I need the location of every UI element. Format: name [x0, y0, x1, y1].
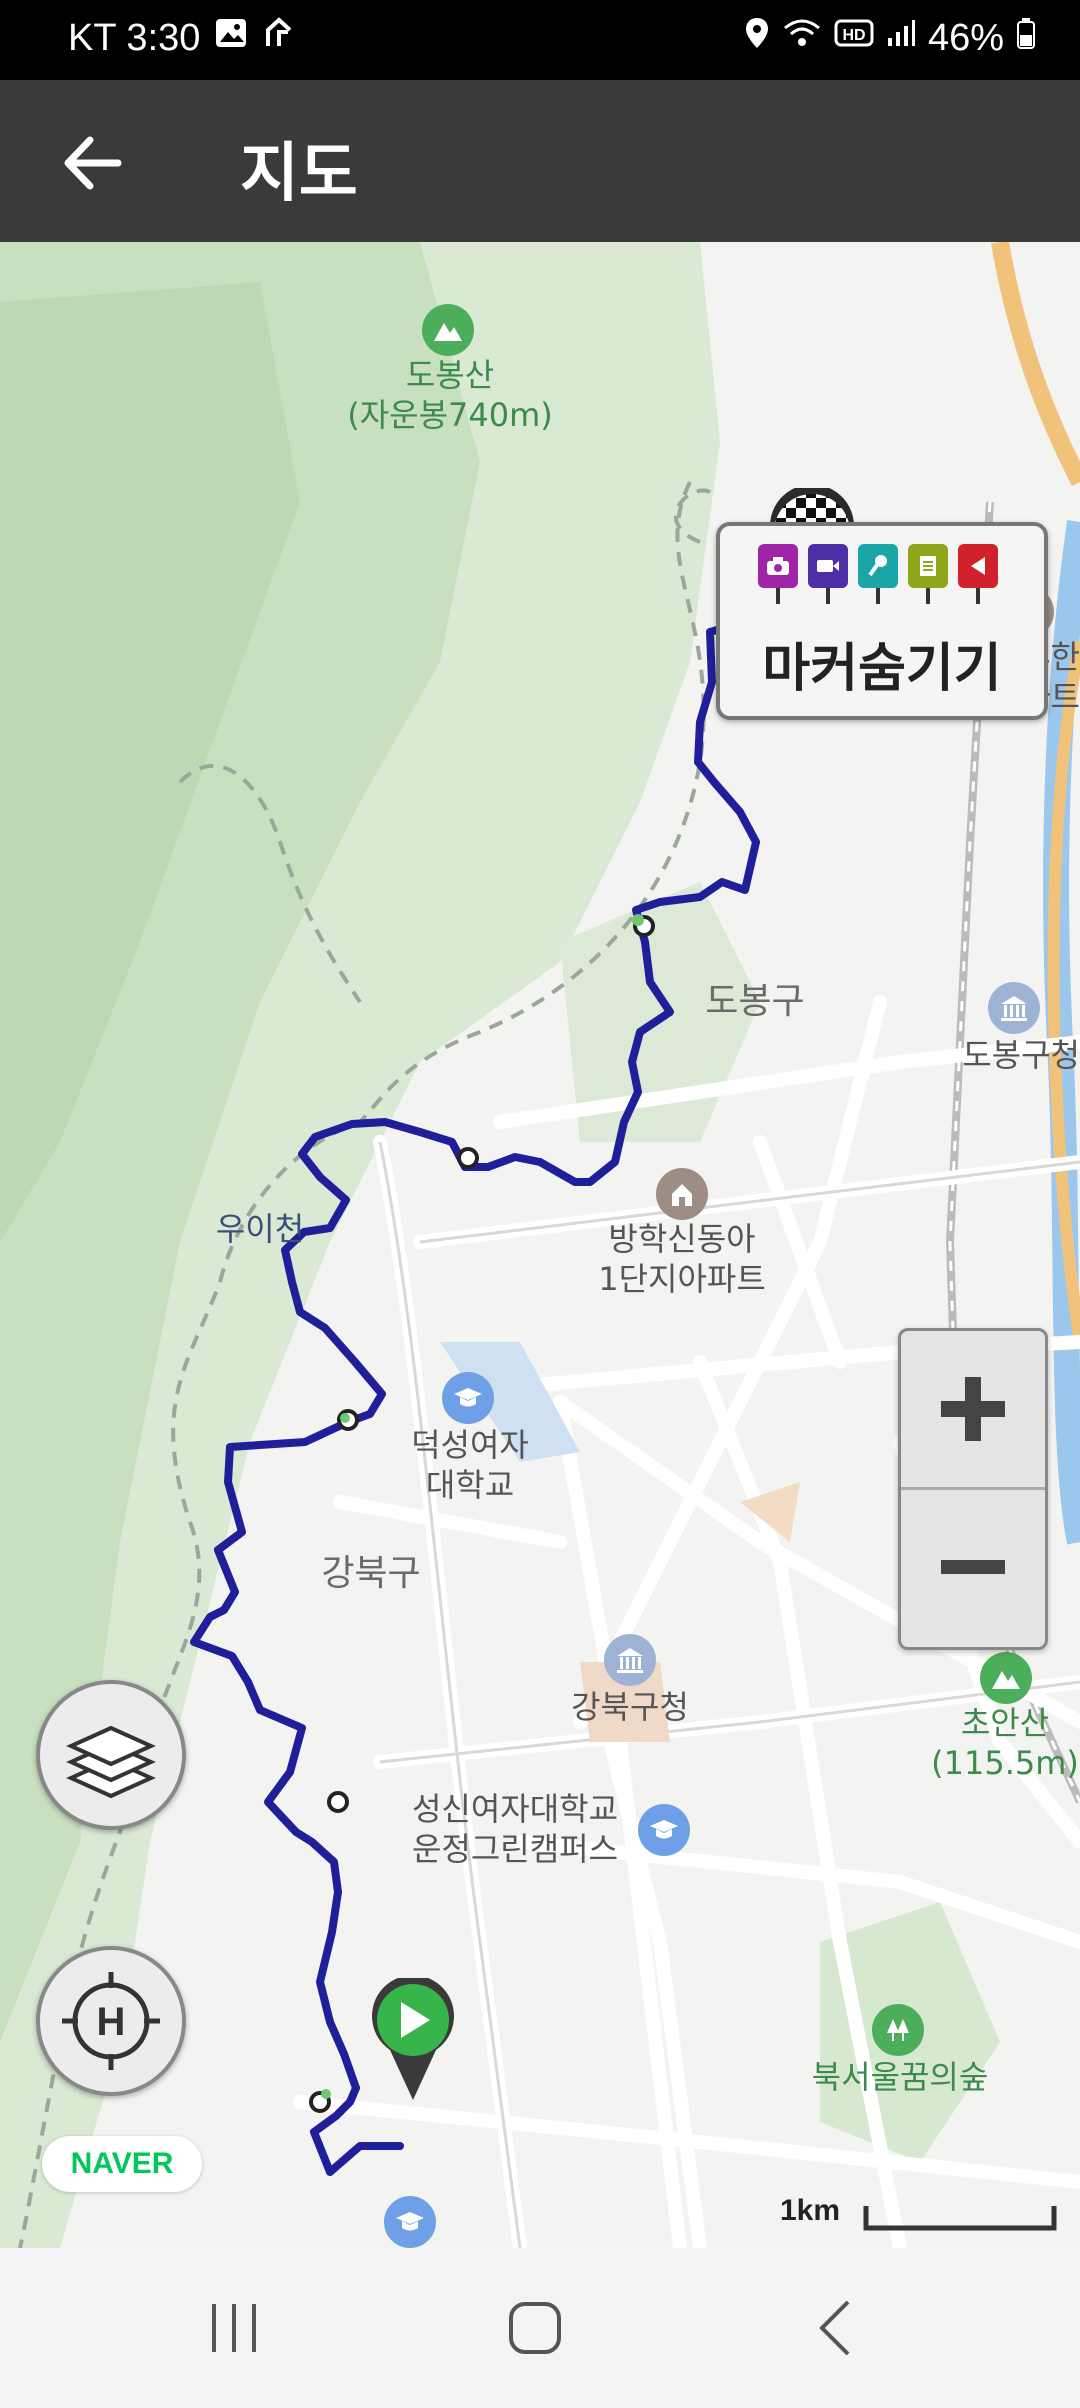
back-button[interactable] — [808, 2298, 868, 2362]
label-duksung: 덕성여자 — [411, 1426, 529, 1464]
video-icon — [808, 544, 848, 604]
home-button[interactable] — [505, 2298, 565, 2362]
battery-icon — [1016, 16, 1036, 60]
hd-icon: HD — [834, 16, 874, 60]
scale-label: 1km — [780, 2194, 841, 2227]
app-bar: 지도 — [0, 80, 1080, 242]
park-icon — [872, 2004, 924, 2056]
label-bukseoul: 북서울꿈의숲 — [811, 2058, 989, 2096]
carrier-time: KT 3:30 — [68, 16, 201, 59]
zoom-out-button[interactable] — [901, 1490, 1045, 1646]
recent-apps-button[interactable] — [204, 2298, 264, 2362]
map-view[interactable]: 도봉산 (자운봉740m) 도봉휴한 아파트 도봉구 도봉구청 우이천 방학신동… — [0, 242, 1080, 2248]
flag-icon — [958, 544, 998, 604]
apartment-icon — [656, 1168, 708, 1220]
camera-icon — [758, 544, 798, 604]
label-choansan-sub: (115.5m) — [931, 1744, 1079, 1782]
university-icon — [384, 2196, 436, 2248]
location-icon — [744, 16, 770, 60]
memo-icon — [908, 544, 948, 604]
svg-text:H: H — [97, 2000, 126, 2044]
label-dobongsan-sub: (자운봉740m) — [347, 396, 553, 434]
plus-icon — [941, 1377, 1005, 1441]
start-play-marker[interactable] — [368, 1975, 458, 2102]
gallery-icon — [214, 16, 248, 60]
crosshair-h-icon: H — [62, 1972, 160, 2070]
route-app-icon — [262, 16, 296, 60]
back-chevron-icon — [819, 2300, 850, 2356]
label-sungshin-2: 운정그린캠퍼스 — [411, 1830, 619, 1868]
label-gangbuk-office: 강북구청 — [571, 1688, 689, 1726]
current-location-button[interactable]: H — [36, 1946, 186, 2096]
university-icon — [442, 1372, 494, 1424]
hide-markers-label: 마커숨기기 — [762, 639, 1002, 699]
mountain-icon — [980, 1652, 1032, 1704]
wifi-icon — [782, 16, 822, 60]
label-choansan: 초안산 — [960, 1704, 1050, 1742]
recent-apps-icon — [212, 2304, 256, 2352]
naver-logo: NAVER — [42, 2136, 202, 2192]
mountain-icon — [422, 304, 474, 356]
label-dobonggu: 도봉구 — [705, 981, 805, 1022]
label-banghak: 방학신동아 — [608, 1220, 756, 1258]
status-bar: KT 3:30 HD 46% — [0, 0, 1080, 80]
hide-markers-button[interactable]: 마커숨기기 — [716, 522, 1048, 720]
layers-icon — [66, 1725, 156, 1799]
label-dobonggu-office: 도봉구청 — [962, 1036, 1080, 1074]
svg-text:HD: HD — [842, 27, 865, 44]
label-ui-stream: 우이천 — [215, 1210, 305, 1248]
government-office-icon — [988, 982, 1040, 1034]
map-layers-button[interactable] — [36, 1680, 186, 1830]
marker-type-icons — [758, 544, 998, 604]
label-sungshin: 성신여자대학교 — [411, 1790, 619, 1828]
microphone-icon — [858, 544, 898, 604]
signal-icon — [886, 16, 916, 60]
back-arrow-icon[interactable] — [58, 128, 128, 198]
minus-icon — [941, 1560, 1005, 1574]
battery-percent: 46% — [927, 16, 1004, 59]
home-icon — [509, 2302, 561, 2354]
label-gangbukgu: 강북구 — [321, 1553, 421, 1594]
page-title: 지도 — [240, 137, 358, 211]
system-nav-bar — [0, 2248, 1080, 2408]
scale-bar — [863, 2206, 1057, 2231]
zoom-in-button[interactable] — [901, 1331, 1045, 1487]
zoom-controls — [898, 1328, 1048, 1650]
university-icon — [638, 1804, 690, 1856]
label-banghak-2: 1단지아파트 — [598, 1260, 766, 1298]
label-duksung-2: 대학교 — [425, 1466, 515, 1504]
government-office-icon — [604, 1634, 656, 1686]
label-dobongsan: 도봉산 — [405, 356, 495, 394]
